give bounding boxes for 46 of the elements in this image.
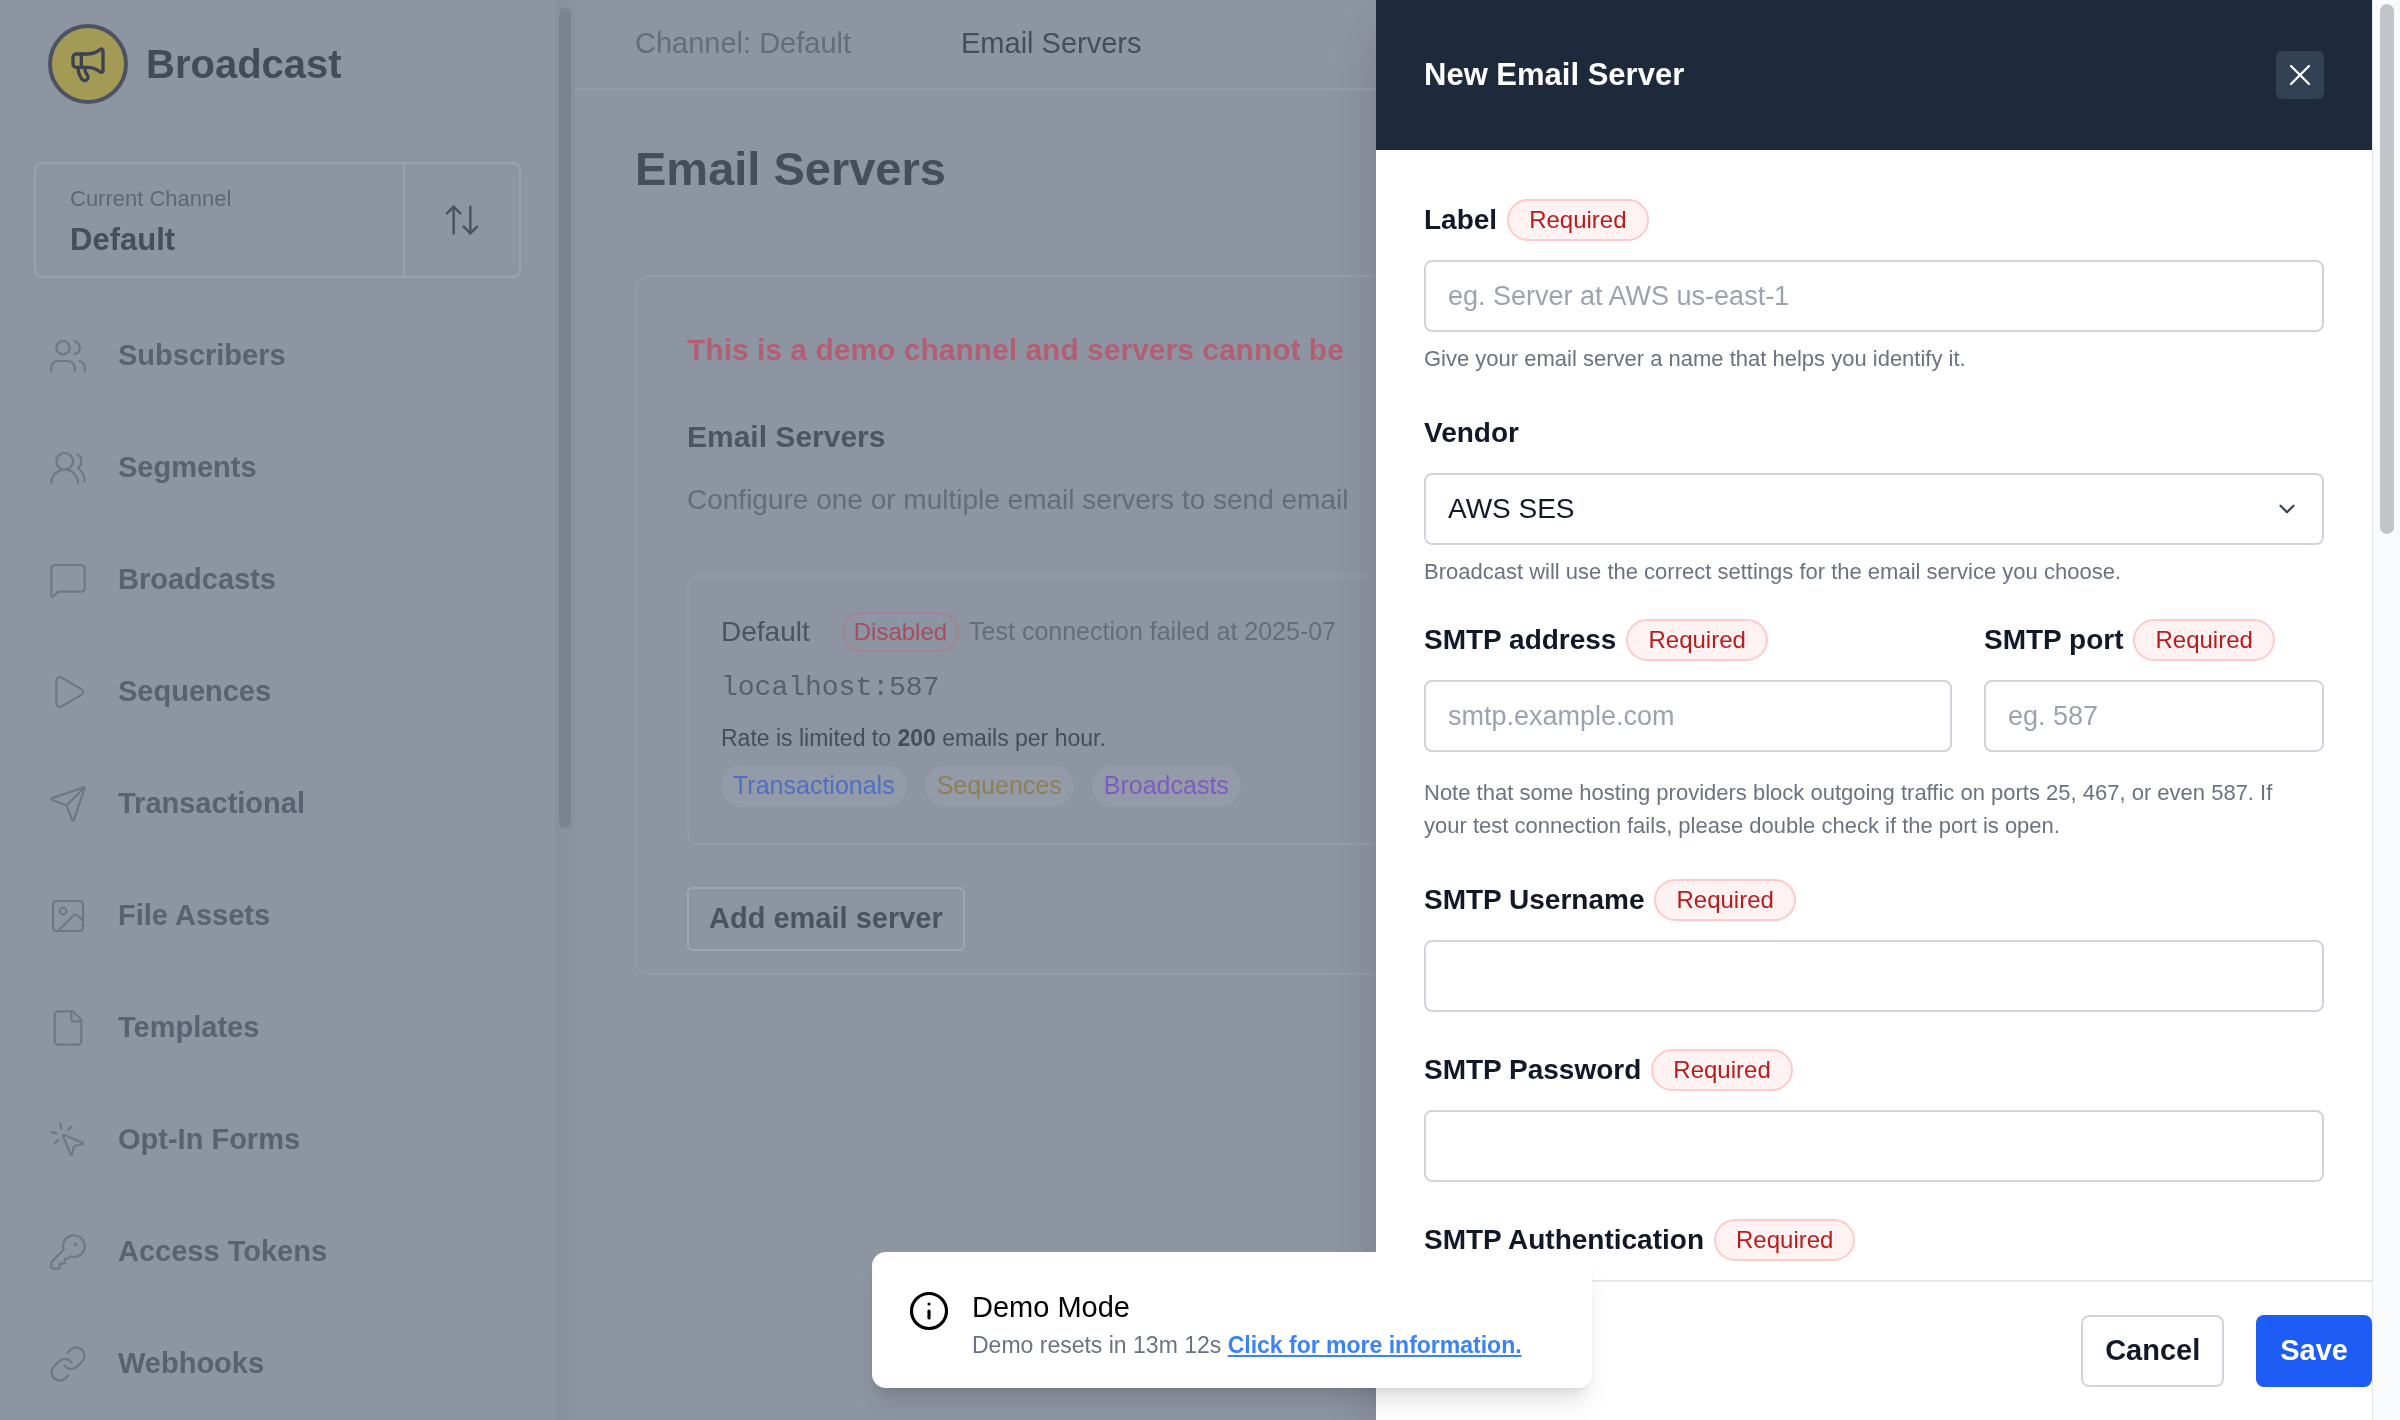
- key-icon: [48, 1232, 88, 1272]
- text-field[interactable]: [1424, 1110, 2324, 1182]
- field-label: SMTP Username: [1424, 883, 1645, 917]
- field-hint: Note that some hosting providers block outgoing traffic on ports 25, 467, or even 587. If your test connection fails, please double check if the port is open.: [1424, 779, 2274, 840]
- required-badge: Required: [1507, 199, 1649, 241]
- paper-plane-icon: [48, 784, 88, 824]
- required-badge: Required: [2133, 619, 2275, 661]
- field-label: SMTP Authentication: [1424, 1223, 1704, 1257]
- field-label: Vendor: [1424, 416, 1519, 450]
- text-field[interactable]: eg. 587: [1984, 680, 2324, 752]
- field-label: SMTP Password: [1424, 1053, 1642, 1087]
- field-hint: Broadcast will use the correct settings for the email service you choose.: [1424, 558, 2122, 586]
- page-title: Email Servers: [635, 141, 947, 197]
- link-icon: [48, 1344, 88, 1384]
- save-button[interactable]: Save: [2256, 1315, 2372, 1387]
- section-title: Email Servers: [687, 418, 887, 455]
- usage-tag: Broadcasts: [1091, 765, 1241, 807]
- brand-name: Broadcast: [146, 41, 342, 88]
- status-badge: Disabled: [841, 611, 960, 652]
- required-badge: Required: [1654, 879, 1796, 921]
- usage-tag: Transactionals: [721, 765, 907, 807]
- rate-limit-text: Rate is limited to 200 emails per hour.: [721, 723, 1107, 753]
- required-badge: Required: [1714, 1219, 1856, 1261]
- drawer-title: New Email Server: [1424, 55, 1685, 94]
- toast-message: Demo resets in 13m 12s Click for more information.: [972, 1331, 1522, 1360]
- usage-tag: Sequences: [924, 765, 1074, 807]
- field-label: SMTP address: [1424, 623, 1617, 657]
- field-label: SMTP port: [1984, 623, 2124, 657]
- add-server-button[interactable]: Add email server: [687, 886, 965, 951]
- field-label: Label: [1424, 203, 1498, 237]
- required-badge: Required: [1626, 619, 1768, 661]
- field-hint: Give your email server a name that helps you identify it.: [1424, 345, 1967, 373]
- server-name: Default: [721, 614, 810, 649]
- toast-title: Demo Mode: [972, 1290, 1131, 1324]
- more-info-link[interactable]: Click for more information.: [1227, 1332, 1522, 1358]
- text-field[interactable]: smtp.example.com: [1424, 680, 1952, 752]
- text-field[interactable]: eg. Server at AWS us-east-1: [1424, 260, 2324, 332]
- text-field[interactable]: [1424, 940, 2324, 1012]
- required-badge: Required: [1651, 1049, 1793, 1091]
- close-button[interactable]: [2276, 51, 2324, 99]
- vendor-select[interactable]: AWS SES: [1424, 473, 2324, 545]
- info-icon: [908, 1290, 950, 1332]
- scrollbar-thumb[interactable]: [2379, 4, 2394, 534]
- channel-name: Default: [70, 221, 177, 259]
- cancel-button[interactable]: Cancel: [2081, 1315, 2225, 1387]
- breadcrumb-link[interactable]: Email Servers: [961, 22, 1142, 66]
